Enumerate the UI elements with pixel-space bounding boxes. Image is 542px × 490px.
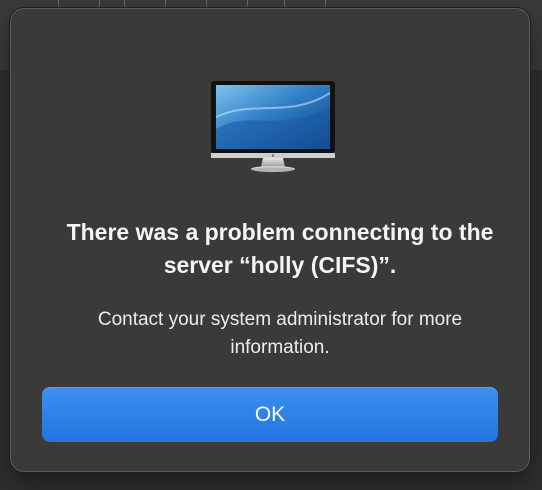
alert-dialog: There was a problem connecting to the se… (10, 8, 530, 472)
dialog-message: Contact your system administrator for mo… (97, 309, 463, 358)
display-monitor-icon (211, 81, 335, 172)
dialog-title: There was a problem connecting to the se… (66, 219, 494, 278)
ok-button[interactable]: OK (42, 387, 498, 442)
